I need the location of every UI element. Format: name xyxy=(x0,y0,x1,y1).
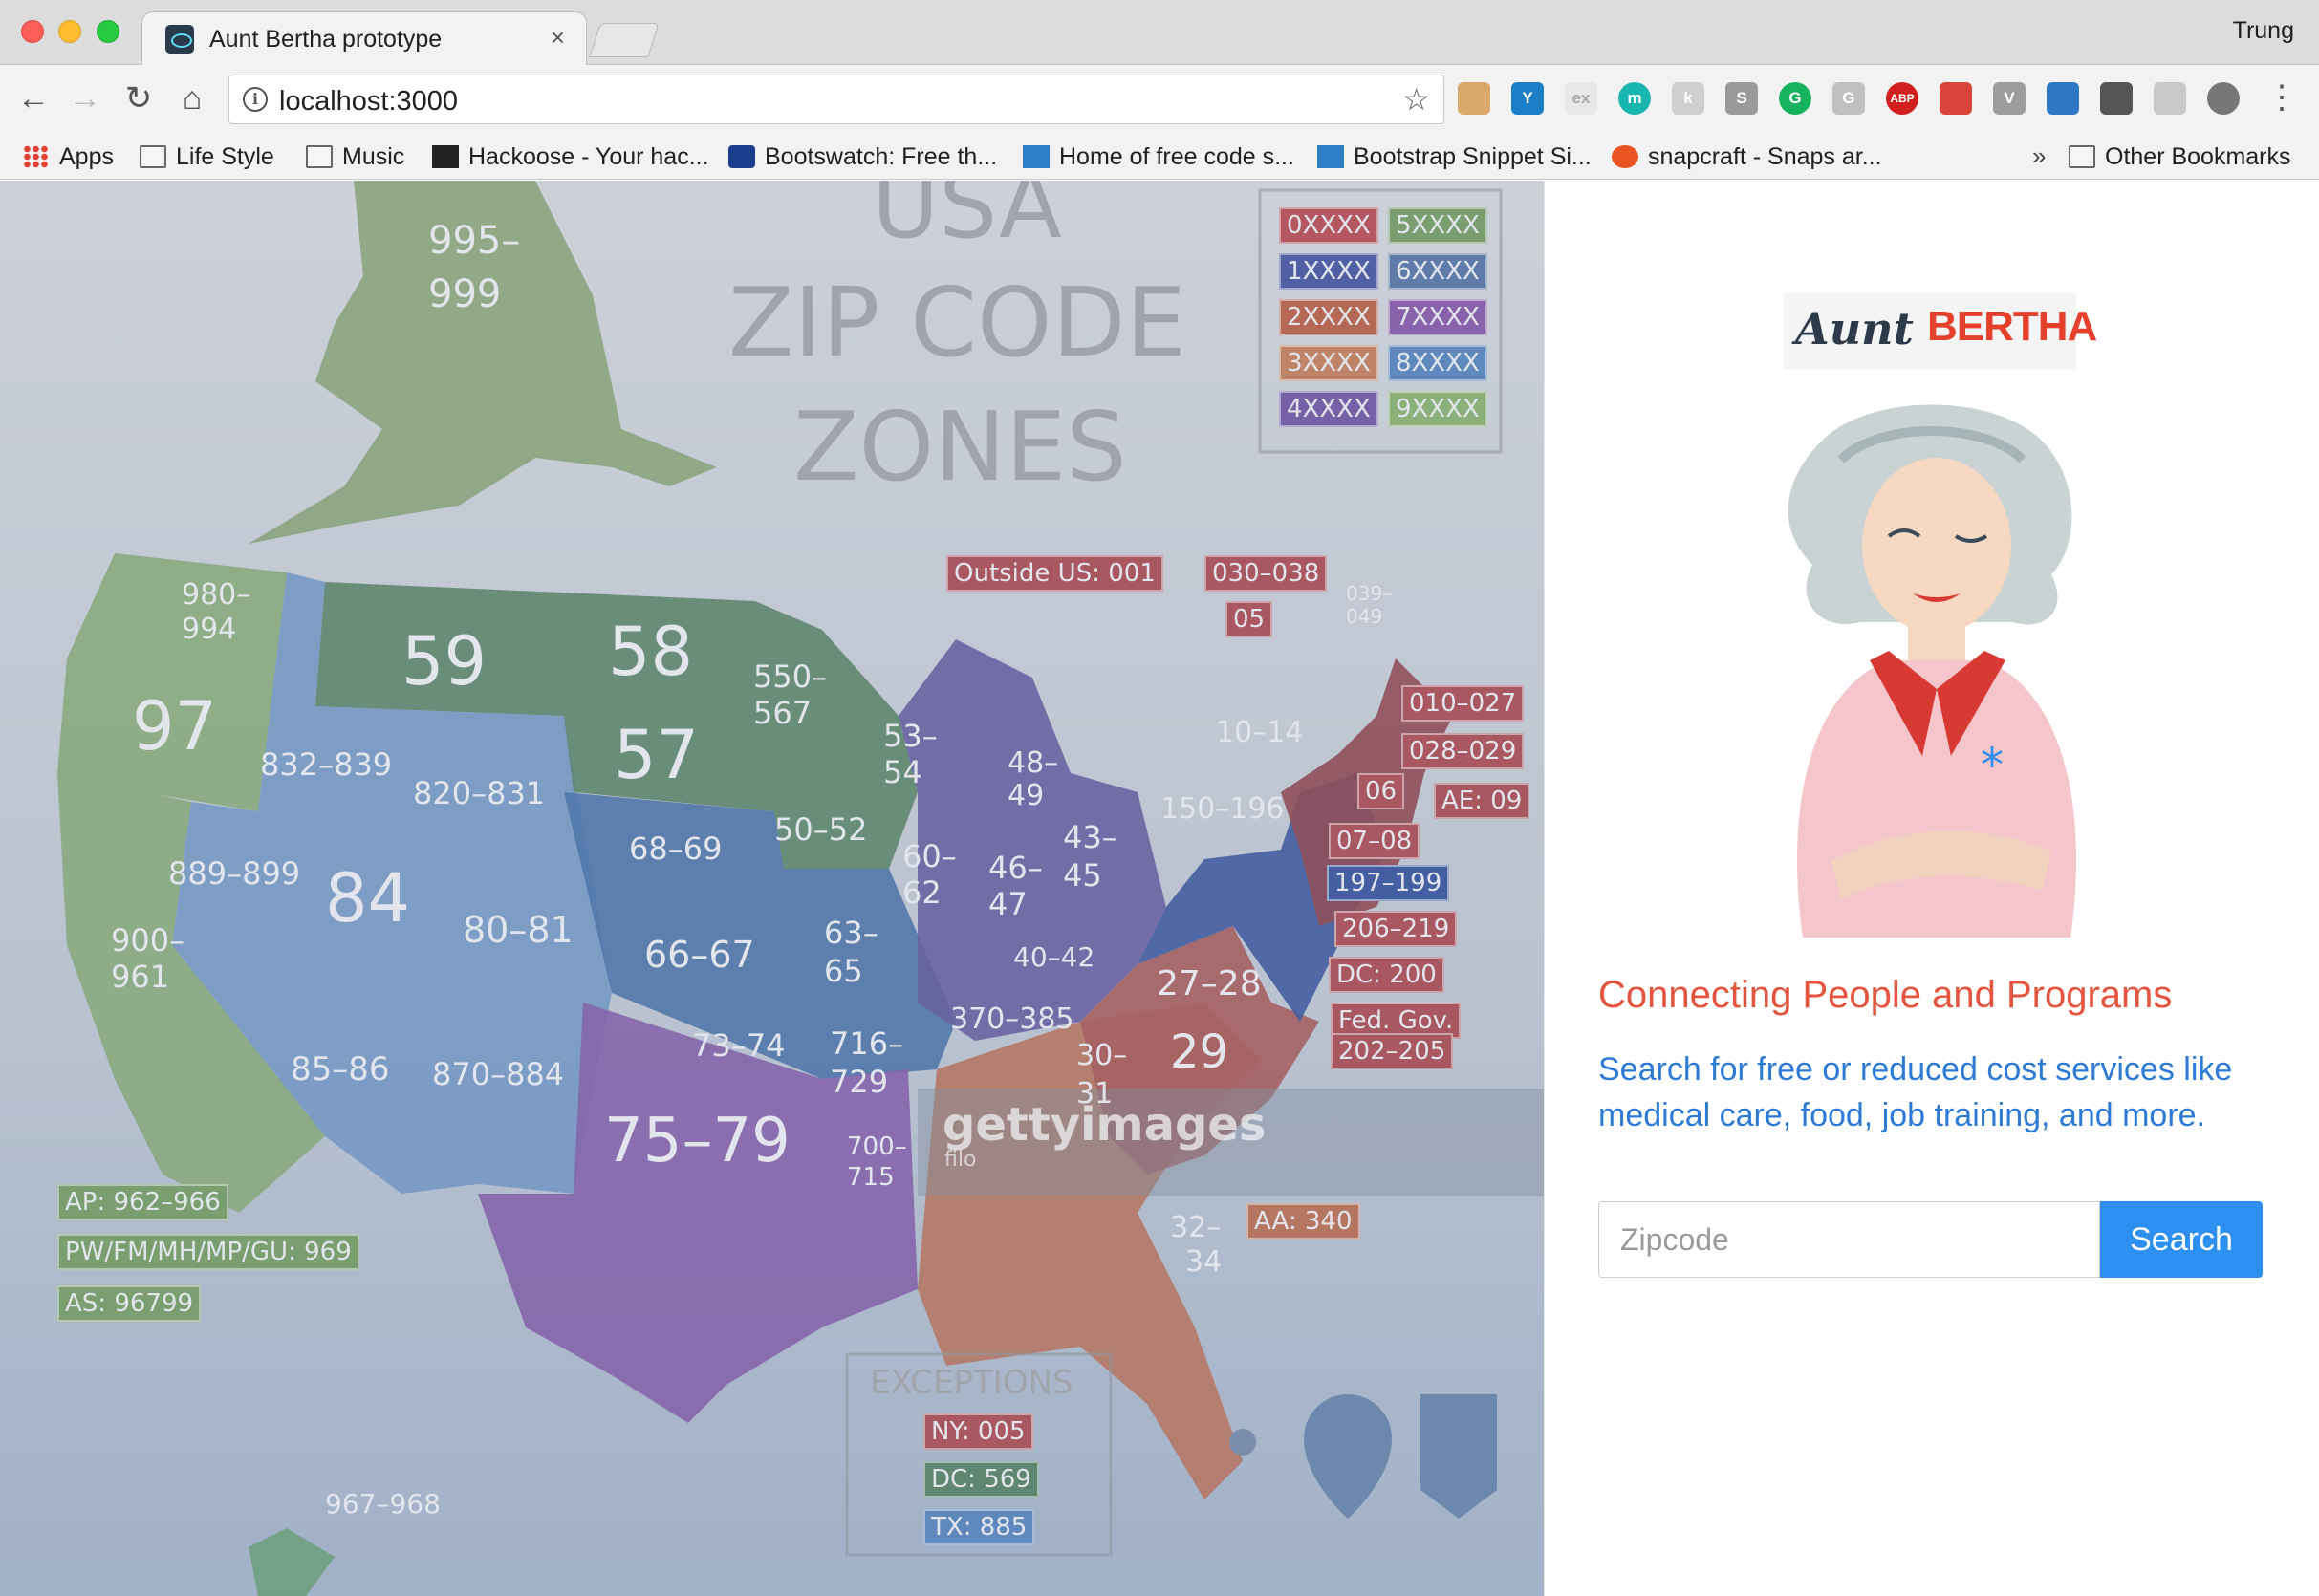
bookmarks-bar: Apps Life Style Music Hackoose - Your ha… xyxy=(0,134,2319,180)
site-info-icon[interactable]: i xyxy=(243,87,268,112)
window-close-button[interactable] xyxy=(21,20,44,43)
hackoose-icon xyxy=(432,145,459,168)
search-panel: Aunt BERTHA * Connecting People and Prog… xyxy=(1544,181,2319,1596)
map-dim-overlay xyxy=(0,181,1544,1596)
extension-face-icon[interactable] xyxy=(1458,82,1490,115)
bootstrap-snippet-icon xyxy=(1023,145,1050,168)
bookmark-hackoose[interactable]: Hackoose - Your hac... xyxy=(432,140,709,174)
page-heading: Connecting People and Programs xyxy=(1598,974,2173,1016)
bookmark-snapcraft[interactable]: snapcraft - Snaps ar... xyxy=(1612,140,1882,174)
tab-aunt-bertha[interactable]: Aunt Bertha prototype × xyxy=(141,11,587,66)
extension-puzzle-icon[interactable] xyxy=(1940,82,1972,115)
folder-icon xyxy=(2069,145,2095,168)
extension-ex-icon[interactable]: ex xyxy=(1565,82,1597,115)
extension-m-icon[interactable]: m xyxy=(1618,82,1651,115)
tab-close-icon[interactable]: × xyxy=(551,23,565,52)
logo-bertha-text: BERTHA xyxy=(1927,303,2097,350)
bookmark-apps[interactable]: Apps xyxy=(23,140,114,174)
bookmark-bootswatch[interactable]: Bootswatch: Free th... xyxy=(728,140,997,174)
back-arrow-icon[interactable]: ← xyxy=(13,78,54,119)
bookmark-bootstrap-snippet[interactable]: Bootstrap Snippet Si... xyxy=(1317,140,1592,174)
bootstrap-snippet-icon xyxy=(1317,145,1344,168)
tab-title: Aunt Bertha prototype xyxy=(209,26,443,53)
home-icon[interactable]: ⌂ xyxy=(172,78,212,119)
face-shape xyxy=(1862,458,2011,634)
pocket-icon[interactable] xyxy=(2047,82,2079,115)
bookmark-life-style[interactable]: Life Style xyxy=(140,140,274,174)
extension-v-icon[interactable]: V xyxy=(1993,82,2026,115)
film-strip-icon[interactable] xyxy=(2100,82,2133,115)
zipcode-input[interactable] xyxy=(1598,1201,2100,1278)
page-content: USA ZIP CODE ZONES 0XXXX 5XXXX 1XXXX 6XXXX 2XXX… xyxy=(0,181,2319,1596)
new-tab-button[interactable] xyxy=(589,23,660,57)
folder-icon xyxy=(306,145,333,168)
snapcraft-icon xyxy=(1612,145,1638,168)
bookmark-star-icon[interactable]: ☆ xyxy=(1402,81,1430,118)
forward-arrow-icon[interactable]: → xyxy=(65,78,105,119)
aunt-bertha-illustration: * xyxy=(1788,404,2076,938)
react-icon xyxy=(165,25,194,54)
address-bar[interactable]: i localhost:3000 ☆ xyxy=(228,75,1444,124)
search-button[interactable]: Search xyxy=(2100,1201,2263,1278)
folder-icon xyxy=(140,145,166,168)
bookmark-music[interactable]: Music xyxy=(306,140,404,174)
extension-box-icon[interactable] xyxy=(2154,82,2186,115)
extension-k-icon[interactable]: k xyxy=(1672,82,1704,115)
apps-grid-icon xyxy=(23,145,50,168)
sync-icon[interactable] xyxy=(2207,82,2240,115)
address-url[interactable]: localhost:3000 xyxy=(279,86,458,118)
reload-icon[interactable]: ↻ xyxy=(119,78,159,119)
flower-icon: * xyxy=(1981,739,2004,792)
bookmark-other-bookmarks[interactable]: Other Bookmarks xyxy=(2069,140,2291,174)
extension-y-icon[interactable]: Y xyxy=(1511,82,1544,115)
bootswatch-icon xyxy=(728,145,755,168)
page-description: Search for free or reduced cost services… xyxy=(1598,1051,2233,1133)
profile-name[interactable]: Trung xyxy=(2233,17,2294,45)
window-minimize-button[interactable] xyxy=(58,20,81,43)
adblock-plus-icon[interactable]: ABP xyxy=(1886,82,1918,115)
logo-aunt-text: Aunt xyxy=(1795,303,1914,355)
browser-tabstrip: Aunt Bertha prototype × Trung xyxy=(0,0,2319,66)
browser-toolbar: ← → ↻ ⌂ i localhost:3000 ☆ Y ex m k S G … xyxy=(0,65,2319,134)
browser-menu-icon[interactable]: ⋮ xyxy=(2265,78,2298,117)
extension-g-icon[interactable]: G xyxy=(1832,82,1865,115)
usa-zip-code-map: USA ZIP CODE ZONES 0XXXX 5XXXX 1XXXX 6XXXX 2XXX… xyxy=(0,181,1544,1596)
bookmark-free-code[interactable]: Home of free code s... xyxy=(1023,140,1294,174)
blouse-shape xyxy=(1797,660,2076,938)
grammarly-icon[interactable]: G xyxy=(1779,82,1811,115)
extension-s-icon[interactable]: S xyxy=(1725,82,1758,115)
bookmarks-overflow-icon[interactable]: » xyxy=(2032,141,2046,171)
aunt-bertha-logo: Aunt BERTHA xyxy=(1784,293,2097,370)
window-maximize-button[interactable] xyxy=(97,20,119,43)
